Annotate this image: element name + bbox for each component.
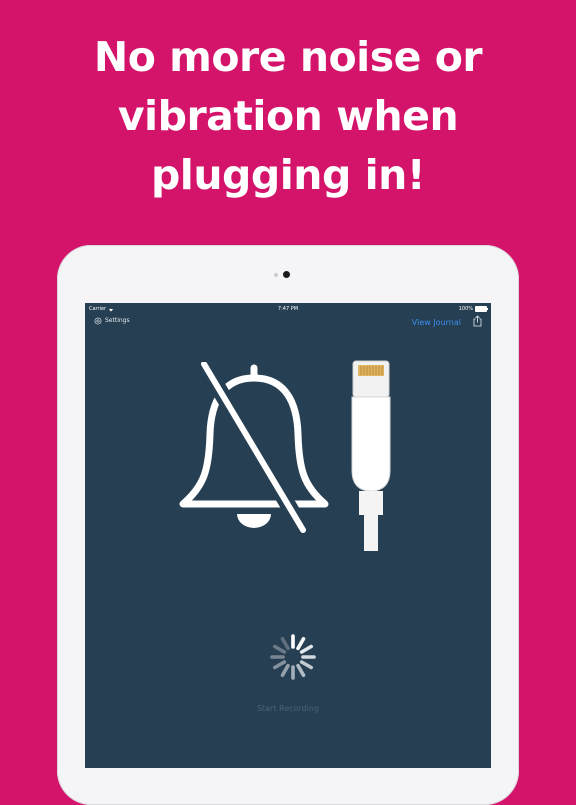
headline: No more noise or vibration when plugging… — [0, 28, 576, 205]
headline-line-3: plugging in! — [150, 151, 426, 199]
status-bar: Carrier 7:47 PM 100% — [85, 303, 491, 315]
lightning-cable-icon — [351, 360, 391, 551]
gear-icon — [94, 317, 102, 325]
view-journal-button[interactable]: View Journal — [412, 318, 461, 327]
status-time: 7:47 PM — [277, 306, 299, 312]
start-recording-button[interactable]: Start Recording — [85, 704, 491, 713]
muted-bell-icon — [179, 362, 329, 535]
spinner-icon[interactable] — [268, 632, 318, 682]
headline-line-1: No more noise or — [93, 33, 483, 81]
battery-percent: 100% — [458, 306, 473, 312]
status-battery: 100% — [458, 303, 488, 315]
app-screen: Carrier 7:47 PM 100% Settings View Journ… — [85, 303, 491, 768]
headline-line-2: vibration when — [117, 92, 459, 140]
settings-button[interactable]: Settings — [94, 316, 130, 326]
ipad-camera — [283, 271, 290, 278]
battery-icon — [475, 306, 488, 312]
ipad-sensor — [274, 273, 278, 277]
share-icon[interactable] — [473, 315, 482, 327]
settings-label: Settings — [105, 317, 130, 324]
